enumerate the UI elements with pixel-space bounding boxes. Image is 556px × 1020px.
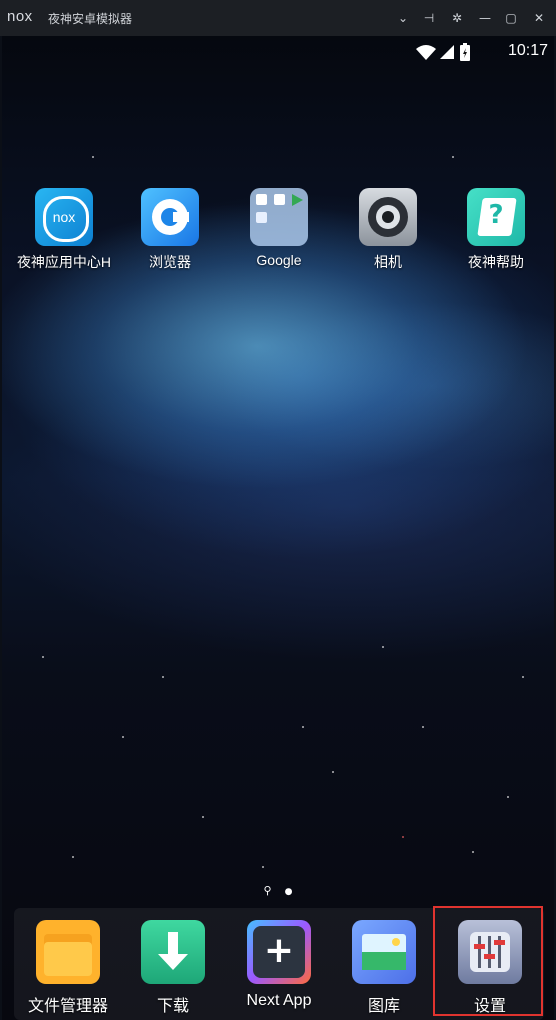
app-browser[interactable]: 浏览器 (115, 188, 225, 272)
dropdown-icon[interactable]: ⌄ (392, 9, 414, 27)
battery-icon (459, 43, 470, 61)
google-folder-icon (250, 188, 308, 246)
pin-icon[interactable]: ⊣ (418, 9, 440, 27)
nox-app-center-icon: nox (35, 188, 93, 246)
clock: 10:17 (507, 42, 548, 59)
download-icon (141, 920, 205, 984)
app-nox-help[interactable]: ? 夜神帮助 (441, 188, 551, 272)
settings-highlight-box (433, 906, 543, 1016)
app-camera[interactable]: 相机 (333, 188, 443, 272)
status-bar: 10:17 (415, 40, 548, 62)
app-label: Next App (246, 992, 312, 1009)
app-google-folder[interactable]: Google (224, 188, 334, 268)
settings-icon[interactable]: ✲ (446, 9, 468, 27)
app-label: 相机 (374, 254, 402, 270)
dock-app-file-manager[interactable]: 文件管理器 (18, 920, 118, 1016)
nox-help-icon: ? (467, 188, 525, 246)
app-label: 图库 (367, 998, 400, 1015)
gallery-icon (352, 920, 416, 984)
next-app-icon: + (247, 920, 311, 984)
dock-app-gallery[interactable]: 图库 (334, 920, 434, 1016)
app-label: 文件管理器 (27, 998, 108, 1015)
camera-icon (359, 188, 417, 246)
browser-icon (141, 188, 199, 246)
dock-app-download[interactable]: 下载 (123, 920, 223, 1016)
file-manager-icon (36, 920, 100, 984)
window-title: 夜神安卓模拟器 (48, 12, 133, 26)
wifi-icon (415, 45, 436, 60)
emulator-titlebar: nox 夜神安卓模拟器 ⌄ ⊣ ✲ — ▢ ✕ (0, 0, 556, 36)
maximize-icon[interactable]: ▢ (500, 9, 522, 27)
android-home-screen: 10:17 nox 夜神应用中心H 浏览器 Google 相机 ? 夜神帮助 ⚲… (2, 36, 554, 1020)
close-icon[interactable]: ✕ (528, 9, 550, 27)
page-dot[interactable]: ● (285, 887, 293, 897)
signal-icon (439, 45, 454, 59)
app-label: 夜神应用中心H (16, 254, 112, 270)
search-icon[interactable]: ⚲ (263, 884, 271, 897)
app-label: Google (256, 252, 302, 268)
minimize-icon[interactable]: — (474, 9, 496, 27)
dock-app-next-app[interactable]: + Next App (229, 920, 329, 1010)
page-indicator: ⚲ ● (2, 879, 554, 897)
app-nox-app-center[interactable]: nox 夜神应用中心H (9, 188, 119, 272)
nox-logo: nox (7, 8, 33, 25)
app-label: 夜神帮助 (468, 254, 524, 270)
app-label: 浏览器 (149, 254, 191, 270)
app-label: 下载 (156, 998, 189, 1015)
